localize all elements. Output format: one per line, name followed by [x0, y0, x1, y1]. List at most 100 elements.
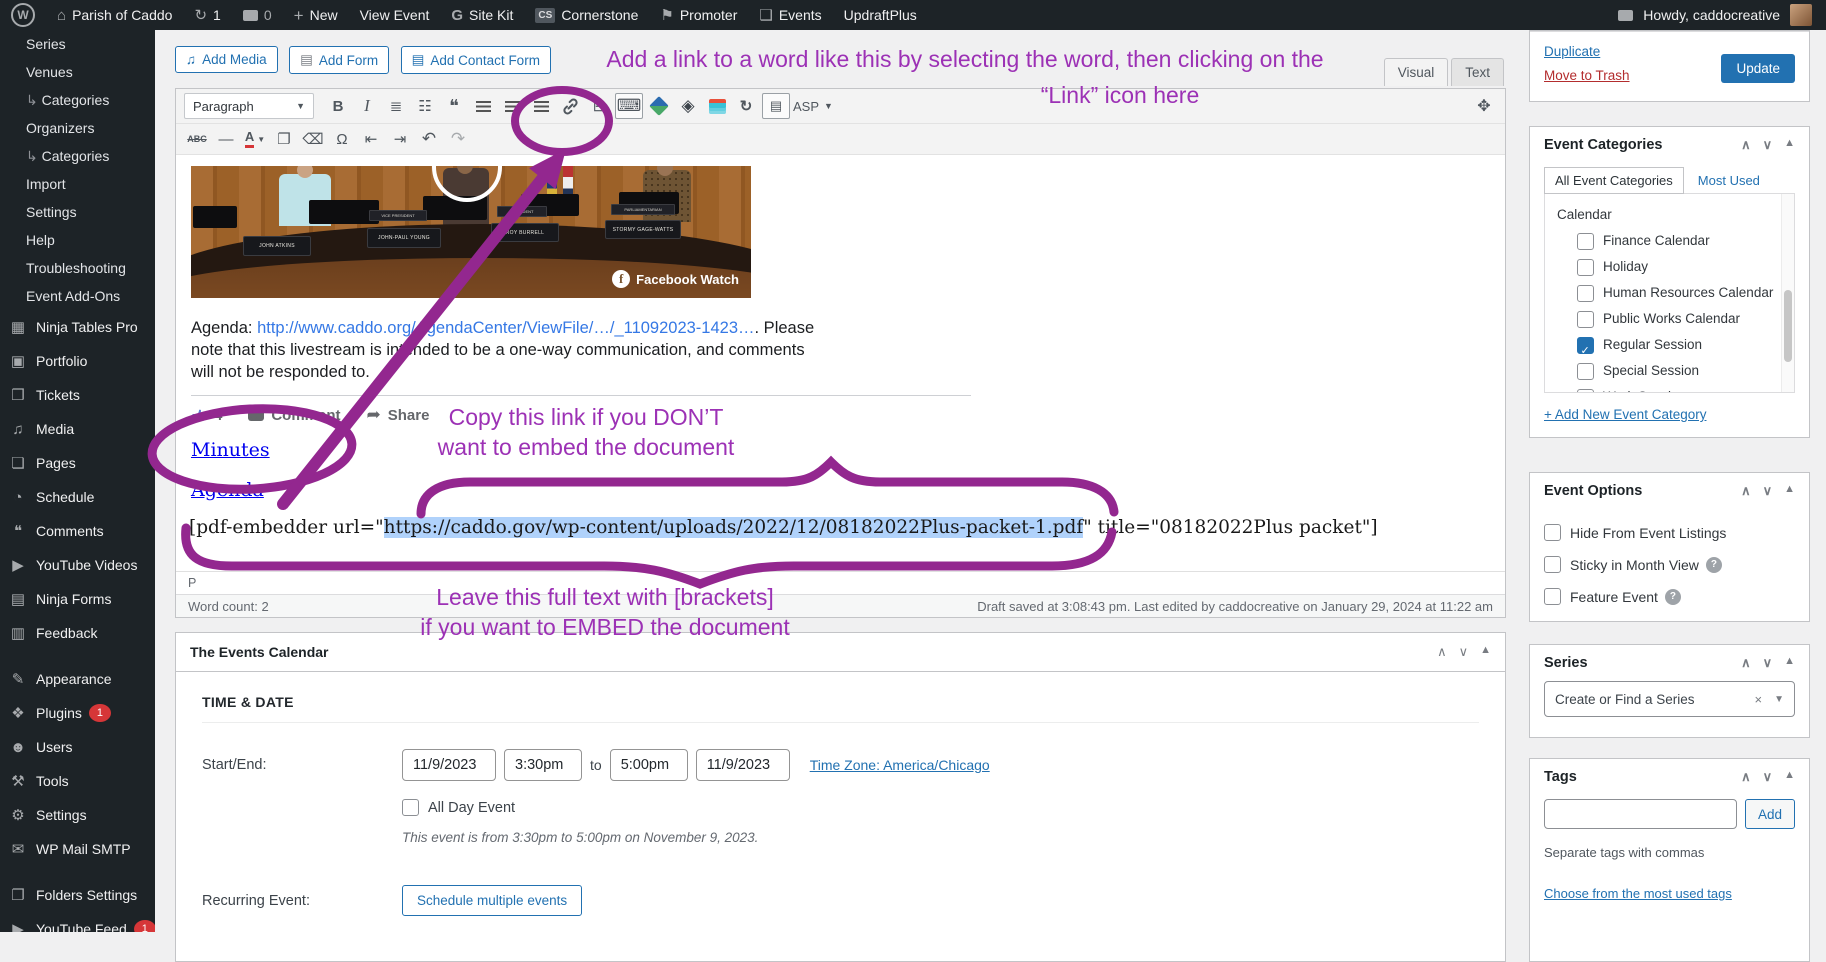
move-down-icon[interactable]: ∨	[1459, 644, 1469, 660]
move-up-icon[interactable]: ∧	[1741, 483, 1751, 499]
sidebar-menu-item[interactable]: ♫ Media	[0, 412, 155, 446]
move-up-icon[interactable]: ∧	[1741, 655, 1751, 671]
selected-url-text[interactable]: https://caddo.gov/wp-content/uploads/202…	[384, 517, 1084, 538]
sidebar-menu-item[interactable]: ✉ WP Mail SMTP	[0, 832, 155, 866]
category-checkbox[interactable]	[1577, 337, 1594, 354]
sidebar-menu-item[interactable]: ❒ Tickets	[0, 378, 155, 412]
promoter-menu[interactable]: ⚑Promoter	[649, 0, 748, 30]
timezone-link[interactable]: Time Zone: America/Chicago	[810, 757, 990, 773]
blockquote-button[interactable]: ❝	[441, 94, 467, 118]
tab-all-event-categories[interactable]: All Event Categories	[1544, 167, 1684, 194]
asp-dropdown[interactable]: ASP▼	[793, 94, 833, 118]
move-down-icon[interactable]: ∨	[1763, 769, 1773, 785]
all-day-checkbox[interactable]	[402, 799, 419, 816]
category-checkbox[interactable]	[1577, 259, 1594, 276]
scrollbar-thumb[interactable]	[1784, 290, 1792, 362]
avatar[interactable]	[1790, 4, 1812, 26]
align-left-button[interactable]	[470, 94, 496, 118]
sidebar-submenu-item[interactable]: Categories	[0, 142, 155, 170]
sidebar-submenu-item[interactable]: Categories	[0, 86, 155, 114]
start-time-input[interactable]: 3:30pm	[504, 749, 582, 781]
help-icon[interactable]: ?	[1665, 589, 1681, 605]
agenda-link[interactable]: Agenda	[191, 479, 264, 501]
tab-text[interactable]: Text	[1451, 58, 1504, 86]
sidebar-submenu-item[interactable]: Organizers	[0, 114, 155, 142]
move-up-icon[interactable]: ∧	[1741, 769, 1751, 785]
scrollbar-track[interactable]	[1781, 194, 1794, 392]
paragraph-format-dropdown[interactable]: Paragraph▼	[184, 93, 314, 119]
end-date-input[interactable]: 11/9/2023	[696, 749, 790, 781]
toolbar-toggle-button[interactable]: ⌨	[615, 93, 643, 119]
move-down-icon[interactable]: ∨	[1763, 137, 1773, 153]
sidebar-menu-item[interactable]: ▦ Ninja Tables Pro	[0, 310, 155, 344]
layers-button[interactable]: ◈	[675, 94, 701, 118]
category-checkbox[interactable]	[1577, 363, 1594, 380]
numbered-list-button[interactable]: ☷	[412, 94, 438, 118]
sidebar-menu-item[interactable]: ◔ Schedule	[0, 480, 155, 514]
site-name-menu[interactable]: ⌂Parish of Caddo	[46, 0, 183, 30]
site-kit-menu[interactable]: GSite Kit	[440, 0, 524, 30]
clear-icon[interactable]: ×	[1755, 692, 1763, 707]
comments-menu[interactable]: 0	[232, 0, 283, 30]
sidebar-menu-item[interactable]: ✎ Appearance	[0, 662, 155, 696]
agenda-url-link[interactable]: http://www.caddo.org/AgendaCenter/ViewFi…	[257, 319, 754, 337]
help-icon[interactable]: ?	[1706, 557, 1722, 573]
editor-content[interactable]: VICE PRESIDENT PRESIDENT PARLIAMENTARIAN…	[176, 155, 1505, 571]
element-path[interactable]: P	[188, 576, 196, 590]
sidebar-submenu-item[interactable]: Venues	[0, 58, 155, 86]
move-up-icon[interactable]: ∧	[1437, 644, 1447, 660]
wordpress-menu[interactable]: W	[0, 0, 46, 30]
category-checkbox[interactable]	[1577, 311, 1594, 328]
new-content-menu[interactable]: +New	[283, 0, 349, 30]
undo-button[interactable]: ↶	[416, 127, 442, 151]
move-down-icon[interactable]: ∨	[1763, 655, 1773, 671]
chevron-down-icon[interactable]: ▼	[1774, 694, 1784, 705]
link-button[interactable]	[557, 94, 583, 118]
start-date-input[interactable]: 11/9/2023	[402, 749, 496, 781]
sidebar-menu-item[interactable]: ▣ Portfolio	[0, 344, 155, 378]
italic-button[interactable]: I	[354, 94, 380, 118]
notification-bubble-icon[interactable]	[1618, 10, 1633, 21]
toggle-panel-icon[interactable]: ▲	[1784, 483, 1795, 499]
sidebar-menu-item[interactable]: ☻ Users	[0, 730, 155, 764]
add-tag-button[interactable]: Add	[1745, 799, 1795, 829]
sidebar-submenu-item[interactable]: Series	[0, 30, 155, 58]
schedule-multiple-events-button[interactable]: Schedule multiple events	[402, 885, 582, 916]
series-select[interactable]: Create or Find a Series × ▼	[1544, 681, 1795, 717]
view-event-link[interactable]: View Event	[349, 0, 441, 30]
add-media-button[interactable]: ♫Add Media	[175, 46, 278, 73]
update-button[interactable]: Update	[1721, 54, 1795, 83]
sidebar-submenu-item[interactable]: Help	[0, 226, 155, 254]
category-checkbox[interactable]	[1577, 389, 1594, 394]
special-character-button[interactable]: Ω	[329, 127, 355, 151]
refresh-button[interactable]: ↻	[733, 94, 759, 118]
align-center-button[interactable]	[499, 94, 525, 118]
sidebar-menu-item[interactable]: ❏ Pages	[0, 446, 155, 480]
paste-as-text-button[interactable]: ❐	[271, 127, 297, 151]
form-insert-button[interactable]: ▤	[762, 93, 790, 119]
howdy-account-menu[interactable]: Howdy, caddocreative	[1643, 7, 1780, 23]
align-right-button[interactable]	[528, 94, 554, 118]
move-down-icon[interactable]: ∨	[1763, 483, 1773, 499]
sidebar-submenu-item[interactable]: Event Add-Ons	[0, 282, 155, 310]
redo-button[interactable]: ↷	[445, 127, 471, 151]
sidebar-submenu-item[interactable]: Troubleshooting	[0, 254, 155, 282]
option-checkbox[interactable]	[1544, 556, 1561, 573]
fullscreen-button[interactable]: ✥	[1471, 94, 1497, 118]
shortcode-button[interactable]	[646, 94, 672, 118]
sidebar-menu-item[interactable]: ❝ Comments	[0, 514, 155, 548]
add-contact-form-button[interactable]: ▤Add Contact Form	[401, 46, 551, 74]
share-button[interactable]: ➦Share	[367, 405, 430, 425]
sidebar-menu-item[interactable]: ❖ Plugins 1	[0, 696, 155, 730]
strikethrough-button[interactable]: ABC	[184, 127, 210, 151]
bold-button[interactable]: B	[325, 94, 351, 118]
toggle-panel-icon[interactable]: ▲	[1480, 644, 1491, 660]
add-form-button[interactable]: ▤Add Form	[289, 46, 389, 74]
duplicate-link[interactable]: Duplicate	[1544, 44, 1600, 59]
toggle-panel-icon[interactable]: ▲	[1784, 655, 1795, 671]
option-checkbox[interactable]	[1544, 524, 1561, 541]
sidebar-menu-item[interactable]: ▥ Feedback	[0, 616, 155, 650]
like-count[interactable]: 4	[191, 407, 222, 424]
events-menu[interactable]: ❑Events	[748, 0, 832, 30]
category-checkbox[interactable]	[1577, 233, 1594, 250]
